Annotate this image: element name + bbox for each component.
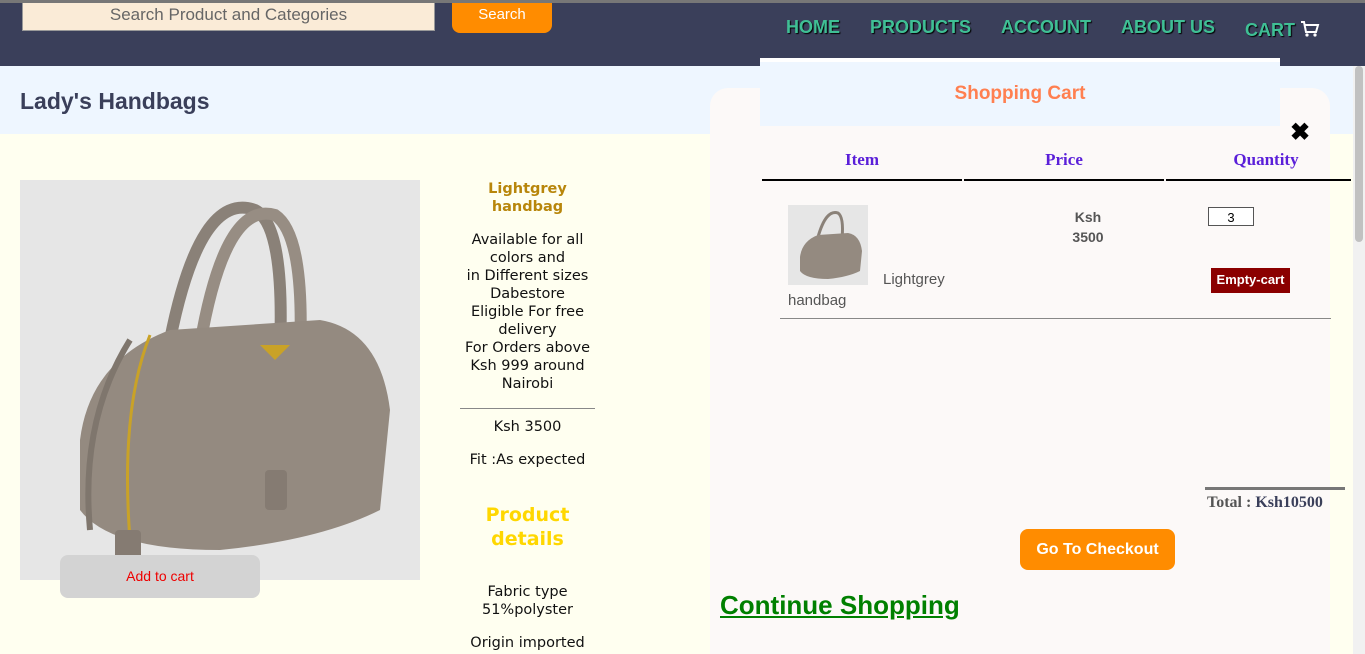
cart-item-thumbnail [788,205,868,285]
cart-item-price: Ksh 3500 [1048,207,1128,247]
continue-shopping-link[interactable]: Continue Shopping [720,590,960,621]
total-divider [1205,487,1345,490]
description-line: in Different sizes [466,268,589,284]
description-line: Ksh 999 around [470,358,585,374]
details-title-line-2: details [491,528,564,550]
price-currency: Ksh [1074,209,1102,225]
description-line: Nairobi [501,376,554,392]
nav-cart[interactable]: CART [1245,20,1320,41]
column-underline [762,179,962,181]
cart-panel [710,88,1330,654]
description-line: Eligible For free [470,304,585,320]
cart-item-name-line-1: Lightgrey [883,271,945,288]
nav-cart-label: CART [1245,20,1295,40]
search-input[interactable]: Search Product and Categories [22,3,435,31]
product-details-title: Product details [455,503,600,551]
empty-cart-button[interactable]: Empty-cart [1211,268,1290,293]
fabric-line-2: 51%polyster [481,602,574,618]
quantity-input[interactable]: 3 [1208,207,1254,226]
product-price: Ksh 3500 [493,419,562,435]
description-line: Dabestore [490,286,565,302]
product-origin: Origin imported [470,635,585,651]
navbar: Search Product and Categories Search HOM… [0,3,1365,66]
scrollbar-thumb[interactable] [1355,66,1363,242]
close-icon[interactable]: ✖ [1290,118,1310,147]
product-name-line-2: handbag [491,199,564,215]
product-name: Lightgrey handbag [455,180,600,216]
column-underline [1166,179,1351,181]
description-line: For Orders above [464,340,591,356]
column-underline [964,179,1164,181]
description-line: colors and [489,250,566,266]
fabric-type: Fabric type 51%polyster [455,583,600,619]
checkout-button[interactable]: Go To Checkout [1020,529,1175,570]
add-to-cart-button[interactable]: Add to cart [60,555,260,598]
fabric-line-1: Fabric type [487,584,568,600]
price-amount: 3500 [1072,229,1104,245]
nav-account[interactable]: ACCOUNT [1001,17,1091,38]
row-divider [780,318,1331,319]
nav-about-us[interactable]: ABOUT US [1121,17,1215,38]
description-line: delivery [498,322,557,338]
column-header-item: Item [845,150,879,169]
divider [460,408,595,409]
nav-home[interactable]: HOME [786,17,840,38]
nav-products[interactable]: PRODUCTS [870,17,971,38]
description-line: Available for all [471,232,584,248]
page-title: Lady's Handbags [20,88,210,114]
product-image [20,180,420,580]
cart-item-name-line-2: handbag [788,292,847,309]
cart-total: Total : Ksh10500 [1207,494,1323,512]
product-fit: Fit :As expected [469,452,586,468]
total-label: Total : [1207,494,1252,511]
search-button[interactable]: Search [452,3,552,33]
details-title-line-1: Product [485,504,570,526]
product-description: Available for all colors and in Differen… [455,231,600,393]
product-name-line-1: Lightgrey [488,181,567,197]
column-header-price: Price [1045,150,1083,169]
cart-icon [1301,21,1320,37]
total-value: Ksh10500 [1255,494,1323,511]
column-header-quantity: Quantity [1233,150,1299,169]
cart-title: Shopping Cart [954,83,1086,104]
